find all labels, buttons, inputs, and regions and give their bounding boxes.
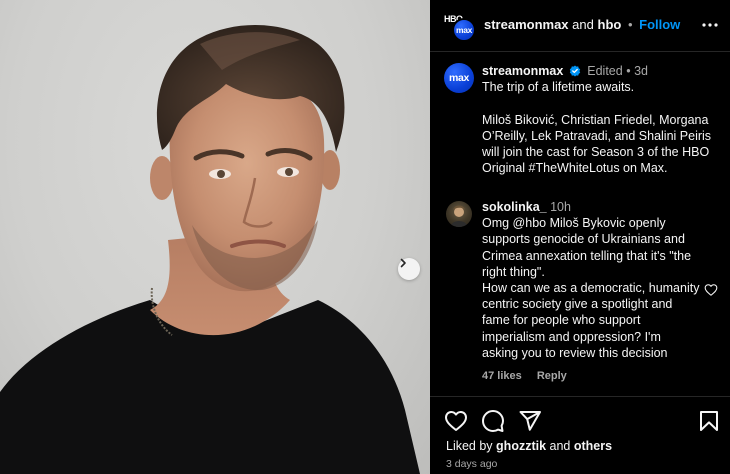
actions-divider	[430, 396, 730, 397]
liked-by-prefix: Liked by	[446, 439, 493, 453]
post-authors: streamonmax and hbo • Follow	[484, 17, 680, 32]
commenter-avatar[interactable]	[446, 201, 472, 227]
post-photo	[0, 0, 430, 474]
verified-badge-icon	[569, 65, 580, 77]
bookmark-icon[interactable]	[697, 409, 721, 433]
caption-edited: Edited	[587, 64, 623, 78]
share-icon[interactable]	[518, 409, 542, 433]
caption-body: streamonmax Edited • 3d The trip of a li…	[482, 63, 720, 176]
chevron-right-icon	[400, 258, 406, 268]
comment-reply-button[interactable]: Reply	[537, 370, 567, 382]
comment-actions: 47 likes Reply	[482, 370, 579, 382]
comment-text: Omg @hbo Miloš Bykovic openly supports g…	[482, 216, 700, 360]
comment-body: sokolinka_ 10h Omg @hbo Miloš Bykovic op…	[482, 199, 700, 361]
follow-button[interactable]: Follow	[639, 17, 680, 32]
more-horizontal-icon[interactable]	[700, 17, 720, 33]
liked-by-others[interactable]: others	[574, 439, 612, 453]
post-date[interactable]: 3 days ago	[446, 458, 497, 470]
liked-by: Liked by ghozztik and others	[446, 439, 612, 453]
comment-icon[interactable]	[481, 409, 505, 433]
comment-like-heart-icon[interactable]	[704, 283, 718, 297]
heart-icon[interactable]	[444, 409, 468, 433]
liked-by-and: and	[549, 439, 571, 453]
post-side-panel: HBO max streamonmax and hbo • Follow max…	[430, 0, 730, 474]
caption-separator: •	[626, 64, 635, 78]
caption-header: streamonmax Edited • 3d	[482, 63, 720, 79]
authors-and: and	[572, 17, 594, 32]
commenter-photo	[450, 205, 468, 227]
caption-avatar[interactable]: max	[444, 63, 474, 93]
caption-username[interactable]: streamonmax	[482, 64, 563, 78]
carousel-next-button[interactable]	[398, 258, 420, 280]
comment-likes[interactable]: 47 likes	[482, 370, 522, 382]
separator-dot: •	[627, 17, 633, 32]
coauthor-link[interactable]: hbo	[598, 17, 622, 32]
liked-by-user[interactable]: ghozztik	[496, 439, 546, 453]
max-avatar[interactable]: max	[452, 18, 476, 42]
max-avatar-label: max	[455, 25, 473, 35]
comment-username[interactable]: sokolinka_	[482, 200, 547, 214]
portrait-illustration	[0, 25, 420, 474]
post-action-bar	[444, 409, 720, 433]
caption-text: The trip of a lifetime awaits. Miloš Bik…	[482, 80, 712, 176]
comment-time[interactable]: 10h	[550, 200, 571, 214]
post-header: HBO max streamonmax and hbo • Follow	[430, 0, 730, 52]
author-link[interactable]: streamonmax	[484, 17, 569, 32]
caption-avatar-label: max	[448, 72, 470, 84]
caption-time[interactable]: 3d	[634, 64, 648, 78]
